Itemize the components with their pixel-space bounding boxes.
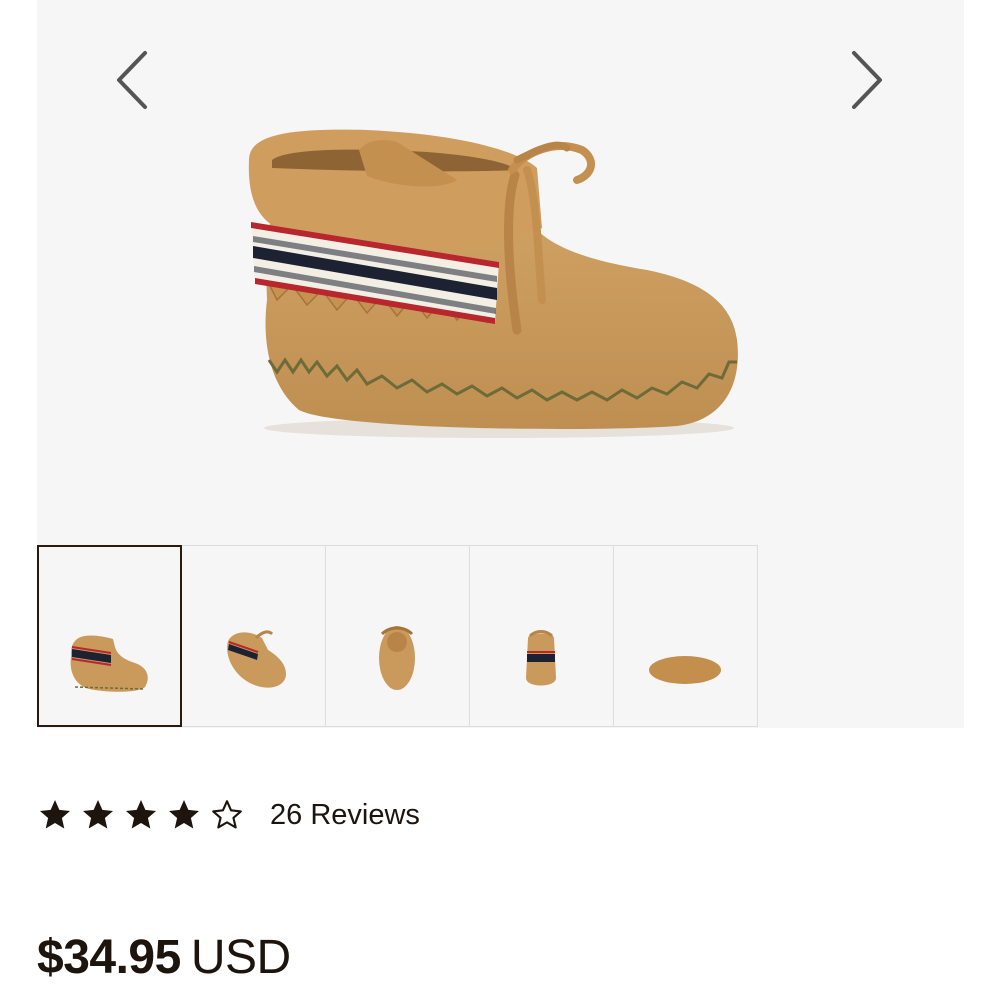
moccasin-sole-thumbnail (649, 656, 721, 684)
thumbnail-back-view[interactable] (469, 545, 614, 727)
star-filled-icon (169, 800, 199, 829)
thumbnail-strip (37, 545, 762, 727)
moccasin-back-thumbnail (526, 630, 556, 686)
star-filled-icon (126, 800, 156, 829)
thumbnail-angled-view[interactable] (181, 545, 326, 727)
previous-image-button[interactable] (109, 45, 157, 115)
product-rating: 26 Reviews (37, 790, 420, 840)
chevron-right-icon (852, 51, 882, 109)
star-filled-icon (40, 800, 70, 829)
thumbnail-sole-view[interactable] (613, 545, 758, 727)
star-empty-icon (212, 800, 242, 829)
moccasin-side-thumbnail (70, 635, 148, 692)
thumbnail-side-view[interactable] (37, 545, 182, 727)
product-gallery (37, 0, 964, 728)
reviews-link[interactable]: 26 Reviews (270, 799, 420, 832)
chevron-left-icon (117, 51, 147, 109)
price-amount: $34.95 (37, 931, 181, 984)
price-currency: USD (190, 931, 291, 984)
next-image-button[interactable] (842, 45, 890, 115)
moccasin-angled-thumbnail (227, 630, 286, 688)
moccasin-image (248, 129, 738, 438)
moccasin-top-thumbnail (379, 626, 415, 690)
main-product-image[interactable] (37, 0, 964, 545)
rating-stars (37, 797, 252, 833)
product-page: 26 Reviews $34.95 USD (0, 0, 1000, 1000)
thumbnail-top-view[interactable] (325, 545, 470, 727)
star-filled-icon (83, 800, 113, 829)
product-price: $34.95 USD (37, 930, 291, 985)
